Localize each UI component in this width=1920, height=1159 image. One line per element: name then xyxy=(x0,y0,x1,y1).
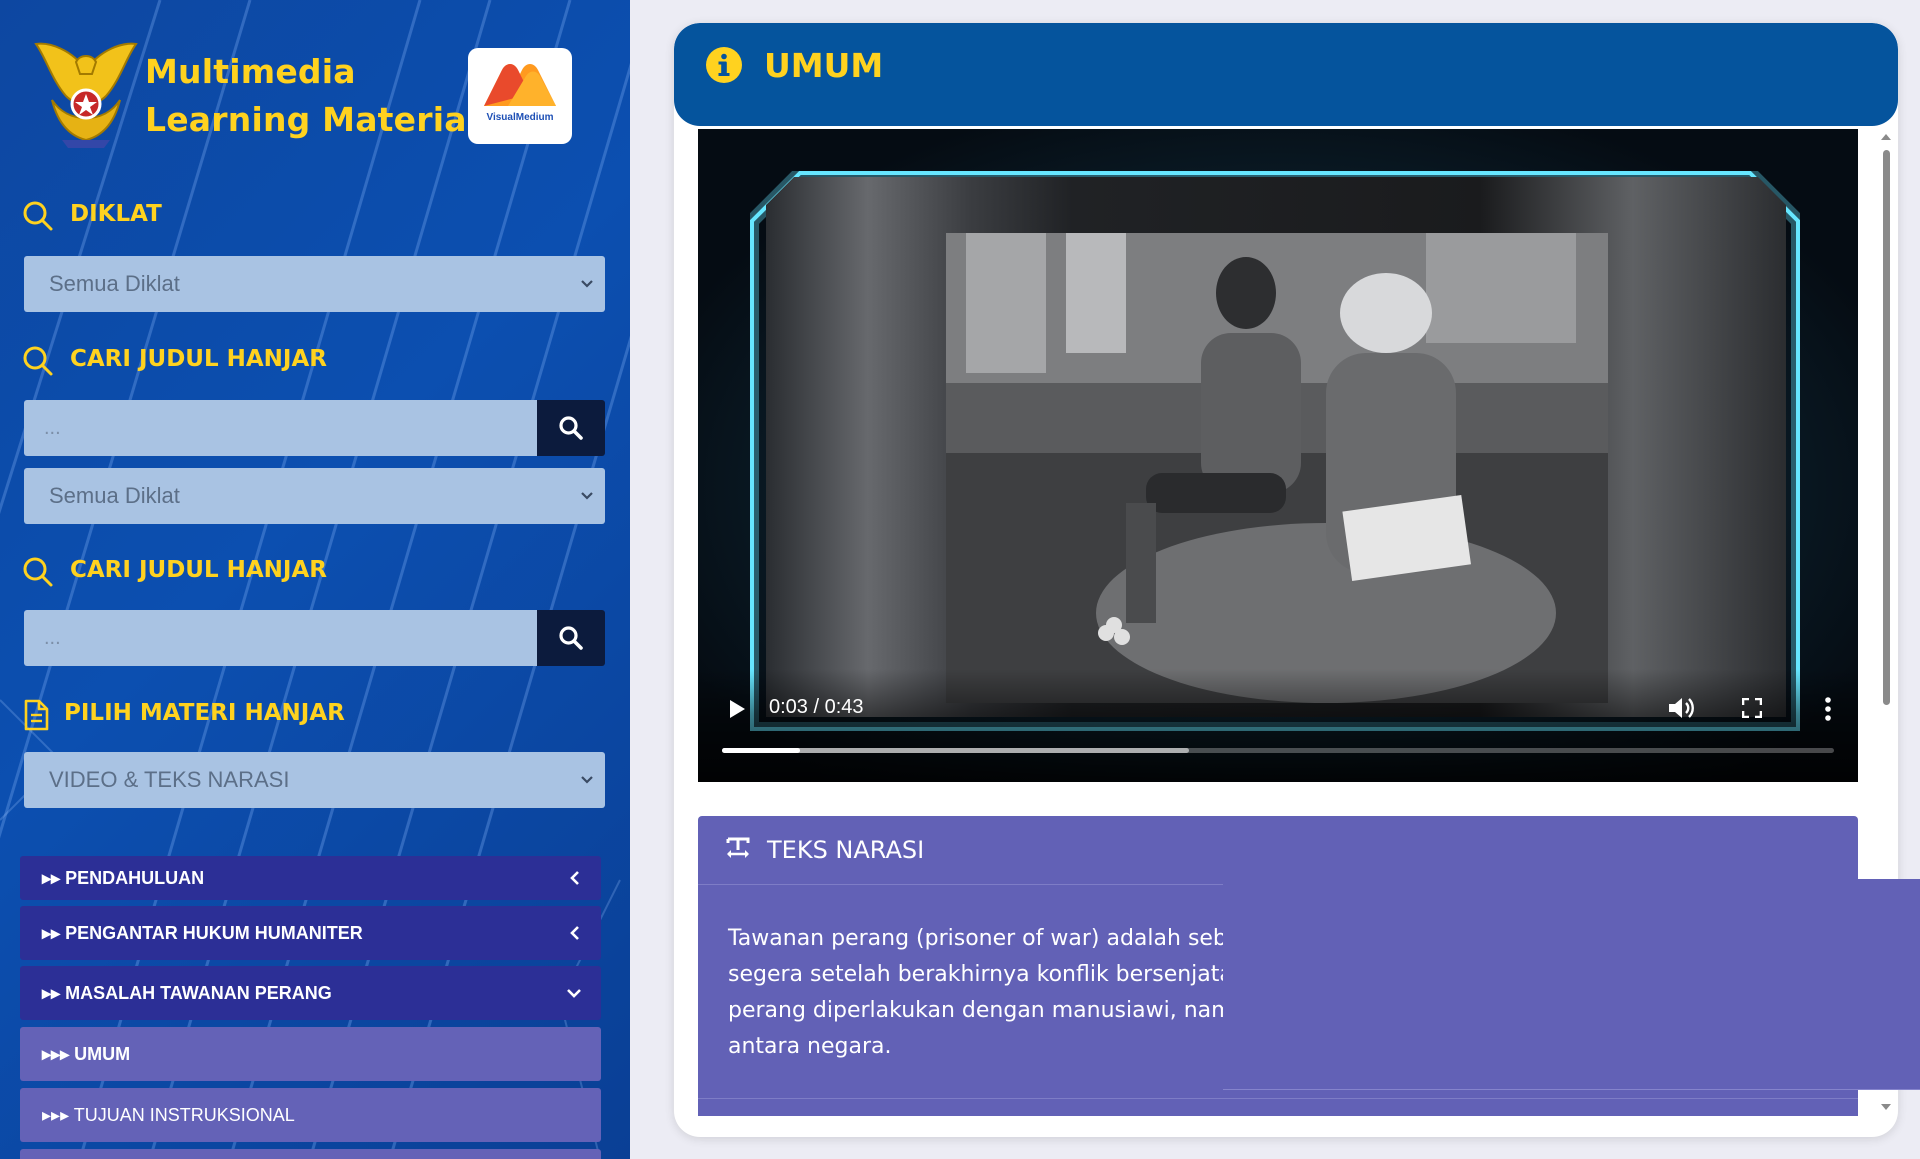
menu-item-text: PENDAHULUAN xyxy=(65,868,205,888)
video-progress-slider[interactable] xyxy=(722,748,1834,753)
info-icon xyxy=(706,47,742,83)
menu-item-label: ▸▸ PENGANTAR HUKUM HUMANITER xyxy=(42,923,363,943)
menu-item-text: MASALAH TAWANAN PERANG xyxy=(65,983,332,1003)
diklat-select-value: Semua Diklat xyxy=(49,271,180,296)
fullscreen-icon[interactable] xyxy=(1742,698,1762,718)
document-icon xyxy=(24,699,49,731)
chevron-left-icon xyxy=(570,871,579,885)
content-header: UMUM xyxy=(674,23,1898,126)
more-options-icon[interactable] xyxy=(1824,697,1832,721)
visualmedium-logo-icon xyxy=(484,64,556,106)
scroll-up-icon[interactable] xyxy=(1878,132,1894,142)
air-force-emblem-icon xyxy=(34,42,138,148)
footage-scene xyxy=(946,233,1608,703)
menu-item-pengantar-hukum-humaniter[interactable]: ▸▸ PENGANTAR HUKUM HUMANITER xyxy=(20,906,601,960)
search-title-heading-2-label: CARI JUDUL HANJAR xyxy=(70,557,327,583)
submenu-item-text: TUJUAN INSTRUKSIONAL xyxy=(73,1105,295,1125)
narration-header: TEKS NARASI xyxy=(698,816,1858,885)
submenu-item-label: ▸▸▸ UMUM xyxy=(42,1044,131,1064)
brand-header: Multimedia Learning Materials VisualMedi… xyxy=(32,40,592,160)
materi-select[interactable]: VIDEO & TEKS NARASI xyxy=(24,752,605,808)
sidebar: Multimedia Learning Materials VisualMedi… xyxy=(0,0,630,1159)
diklat-select-2-value: Semua Diklat xyxy=(49,483,180,508)
chevron-down-icon xyxy=(581,280,593,288)
search-button[interactable] xyxy=(537,400,605,456)
title-search-form xyxy=(24,400,605,456)
search-icon xyxy=(23,557,53,587)
search-icon xyxy=(559,626,583,650)
submenu-item-umum[interactable]: ▸▸▸ UMUM xyxy=(20,1027,601,1081)
narration-divider xyxy=(698,1098,1858,1099)
chevron-down-icon xyxy=(581,492,593,500)
title-search-input[interactable] xyxy=(24,400,537,456)
title-search-form-2 xyxy=(24,610,605,666)
overlay-panel xyxy=(1223,879,1920,1090)
menu-item-masalah-tawanan-perang[interactable]: ▸▸ MASALAH TAWANAN PERANG xyxy=(20,966,601,1020)
video-frame-image xyxy=(946,233,1608,703)
submenu-item-label: ▸▸▸ TUJUAN INSTRUKSIONAL xyxy=(42,1105,295,1125)
search-button-2[interactable] xyxy=(537,610,605,666)
chevron-left-icon xyxy=(570,926,579,940)
submenu-item-tujuan-instruksional[interactable]: ▸▸▸ TUJUAN INSTRUKSIONAL xyxy=(20,1088,601,1142)
video-played-bar xyxy=(722,748,800,753)
submenu-item-next[interactable] xyxy=(20,1149,601,1159)
chevron-down-icon xyxy=(581,776,593,784)
menu-item-pendahuluan[interactable]: ▸▸ PENDAHULUAN xyxy=(20,856,601,900)
diklat-select[interactable]: Semua Diklat xyxy=(24,256,605,312)
scroll-down-icon[interactable] xyxy=(1878,1102,1894,1112)
narration-title: TEKS NARASI xyxy=(767,836,925,864)
brand-title-line2: Learning Materials xyxy=(145,100,499,139)
search-icon xyxy=(23,346,53,376)
text-format-icon xyxy=(726,837,750,858)
video-time-display: 0:03 / 0:43 xyxy=(769,696,864,718)
overlay-panel-divider xyxy=(1223,1089,1920,1090)
visualmedium-logo: VisualMedium xyxy=(468,48,572,144)
scrollbar-thumb[interactable] xyxy=(1883,150,1890,705)
brand-title: Multimedia Learning Materials xyxy=(145,48,498,144)
search-icon xyxy=(559,416,583,440)
brand-title-line1: Multimedia xyxy=(145,52,356,91)
materi-select-value: VIDEO & TEKS NARASI xyxy=(49,767,290,792)
search-title-heading-label: CARI JUDUL HANJAR xyxy=(70,346,327,372)
video-controls-bar xyxy=(698,669,1858,782)
chevron-down-icon xyxy=(567,989,581,998)
menu-item-label: ▸▸ MASALAH TAWANAN PERANG xyxy=(42,983,332,1003)
menu-item-text: PENGANTAR HUKUM HUMANITER xyxy=(65,923,363,943)
volume-icon[interactable] xyxy=(1667,695,1695,721)
page-title: UMUM xyxy=(764,46,884,85)
diklat-select-2[interactable]: Semua Diklat xyxy=(24,468,605,524)
menu-item-label: ▸▸ PENDAHULUAN xyxy=(42,868,205,888)
submenu-item-text: UMUM xyxy=(74,1044,131,1064)
materi-heading-label: PILIH MATERI HANJAR xyxy=(64,700,345,726)
video-player[interactable]: 0:03 / 0:43 xyxy=(698,129,1858,782)
visualmedium-logo-text: VisualMedium xyxy=(486,112,554,123)
diklat-heading-label: DIKLAT xyxy=(70,201,162,227)
play-icon[interactable] xyxy=(728,699,746,719)
title-search-input-2[interactable] xyxy=(24,610,537,666)
search-icon xyxy=(23,201,53,231)
